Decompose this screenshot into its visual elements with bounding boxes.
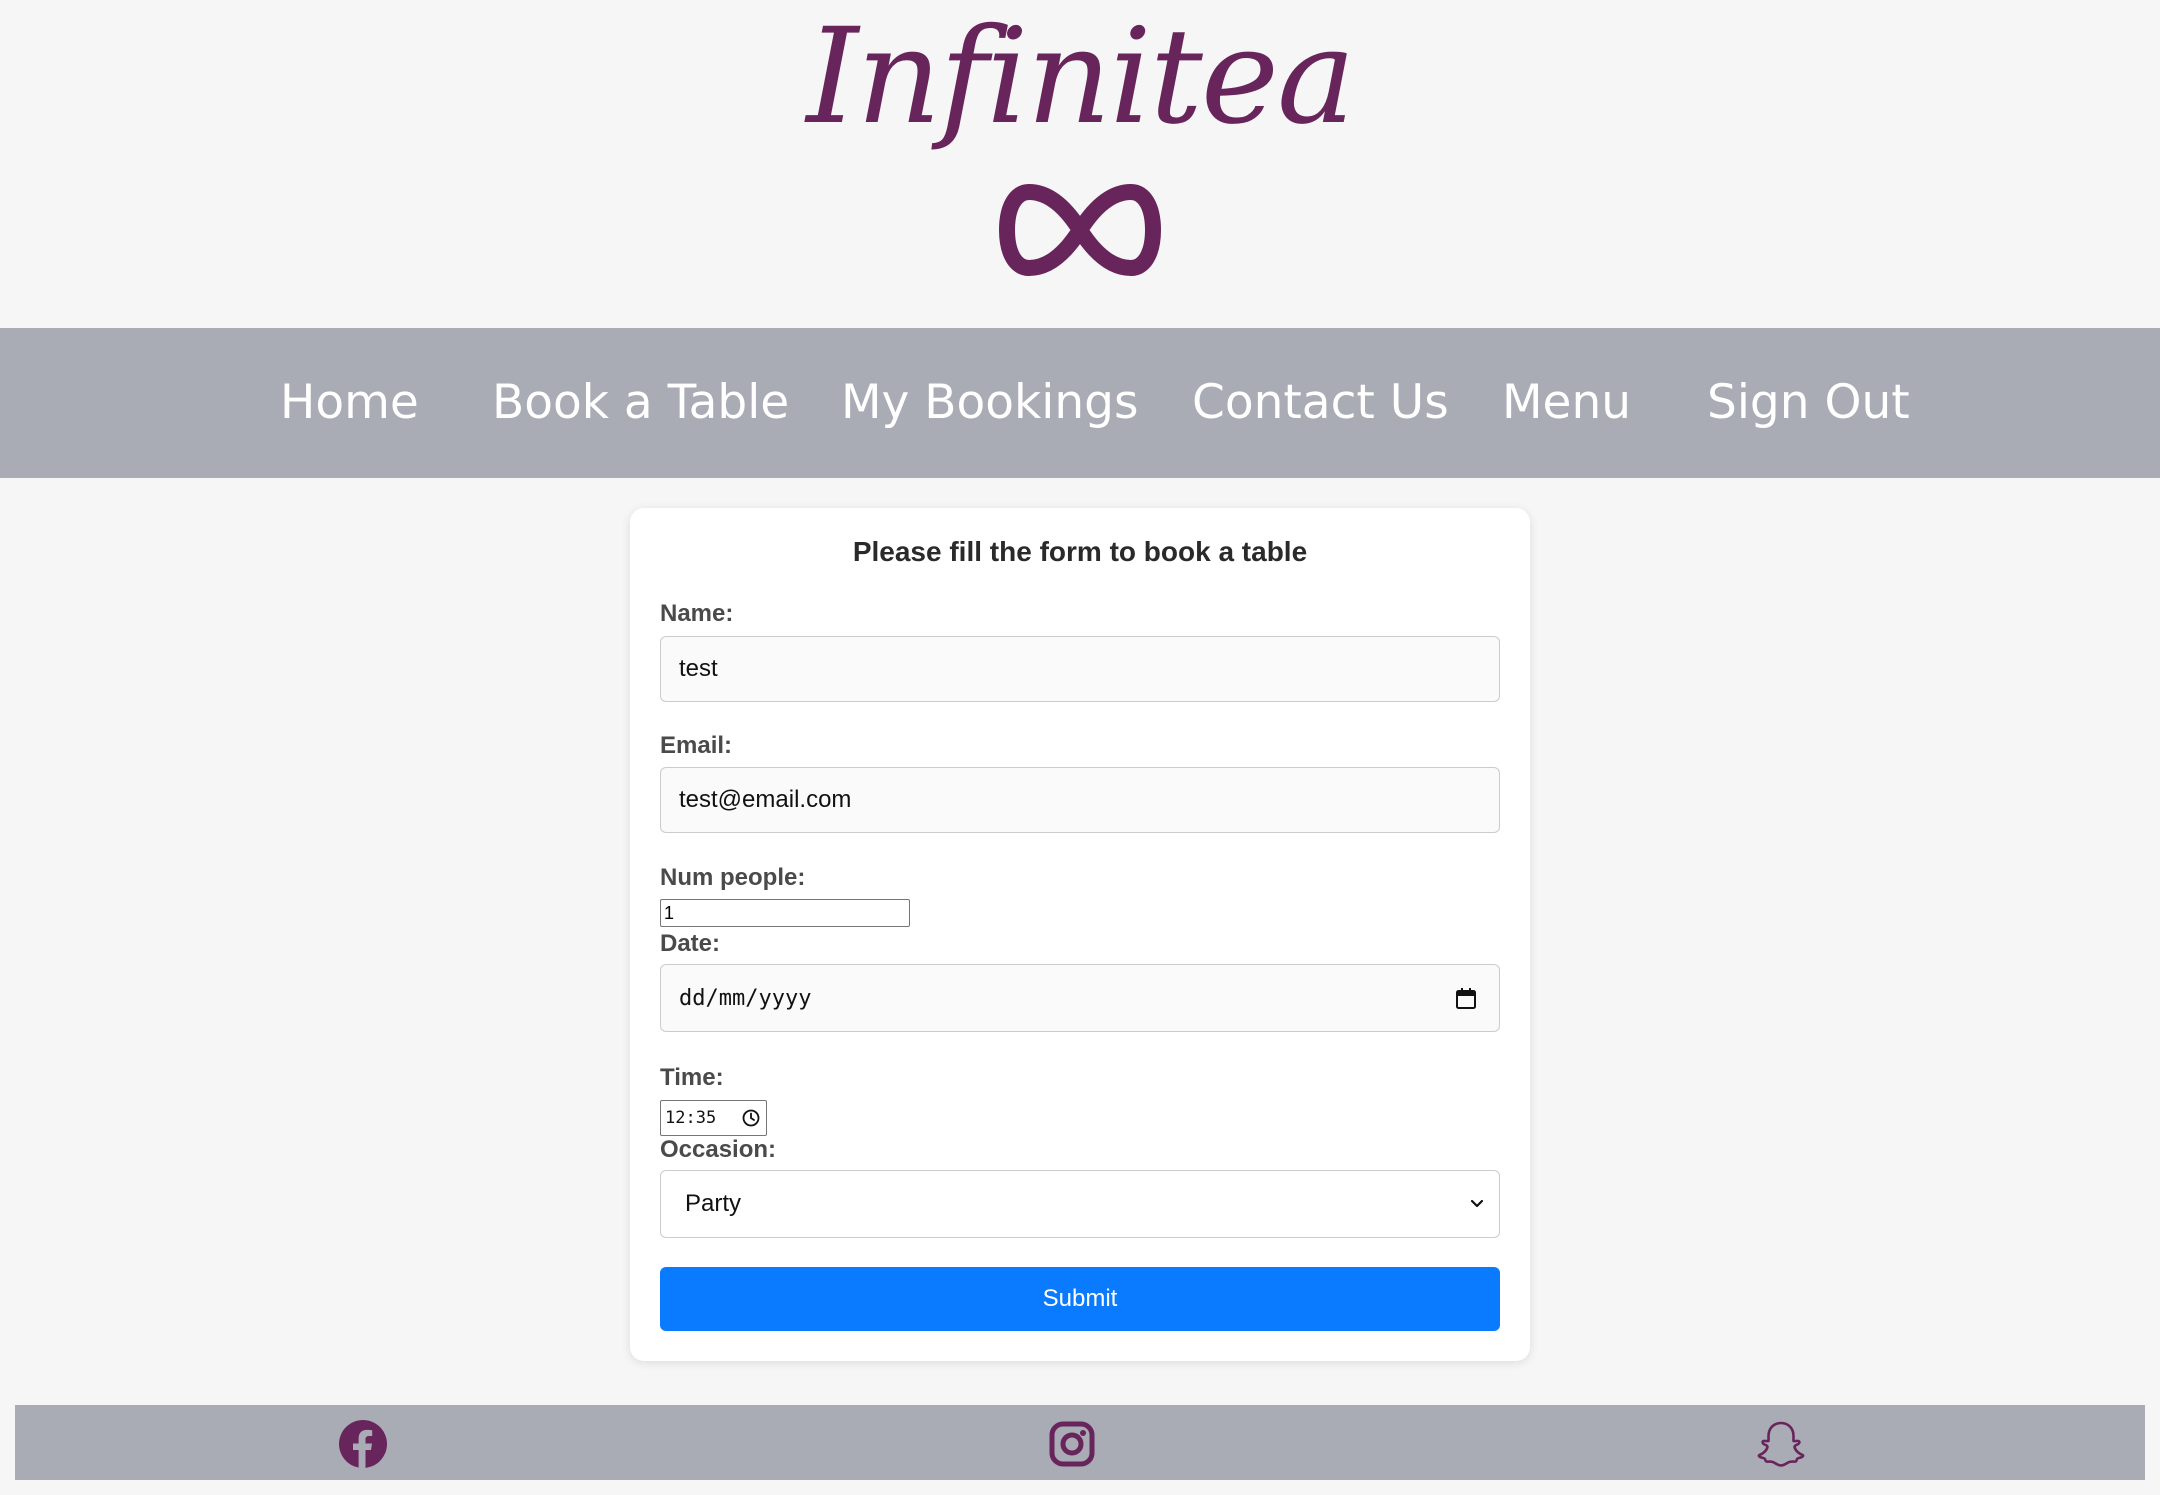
- facebook-icon[interactable]: [338, 1419, 388, 1469]
- nav-contact-us[interactable]: Contact Us: [1192, 328, 1449, 478]
- footer: [15, 1405, 2145, 1480]
- nav-my-bookings[interactable]: My Bookings: [841, 328, 1138, 478]
- snapchat-icon[interactable]: [1756, 1419, 1806, 1469]
- email-label: Email:: [660, 732, 733, 759]
- occasion-select[interactable]: Party: [660, 1170, 1500, 1238]
- nav-sign-out[interactable]: Sign Out: [1707, 328, 1910, 478]
- num-people-input[interactable]: [660, 899, 910, 927]
- time-value: 12:35: [665, 1108, 717, 1128]
- header: Infinitea: [0, 0, 2160, 328]
- chevron-down-icon: [1470, 1199, 1484, 1208]
- booking-form-card: Please fill the form to book a table Nam…: [630, 508, 1530, 1361]
- date-input[interactable]: dd/mm/yyyy: [660, 964, 1500, 1032]
- name-label: Name:: [660, 600, 734, 627]
- occasion-value: Party: [685, 1190, 742, 1217]
- email-input[interactable]: [660, 767, 1500, 833]
- calendar-icon[interactable]: [1455, 988, 1477, 1010]
- num-people-label: Num people:: [660, 864, 806, 891]
- nav-home[interactable]: Home: [280, 328, 419, 478]
- time-label: Time:: [660, 1064, 724, 1091]
- main-nav: Home Book a Table My Bookings Contact Us…: [0, 328, 2160, 478]
- form-title: Please fill the form to book a table: [852, 536, 1308, 567]
- instagram-icon[interactable]: [1047, 1419, 1097, 1469]
- nav-menu[interactable]: Menu: [1502, 328, 1631, 478]
- nav-book-a-table[interactable]: Book a Table: [492, 328, 789, 478]
- occasion-label: Occasion:: [660, 1136, 777, 1163]
- name-input[interactable]: [660, 636, 1500, 702]
- clock-icon[interactable]: [742, 1109, 760, 1127]
- date-label: Date:: [660, 930, 721, 957]
- submit-button[interactable]: Submit: [660, 1267, 1500, 1331]
- infinity-icon: [999, 184, 1161, 276]
- date-placeholder: dd/mm/yyyy: [679, 986, 812, 1011]
- time-input[interactable]: 12:35: [660, 1100, 767, 1136]
- brand-logo: Infinitea: [806, 0, 1355, 154]
